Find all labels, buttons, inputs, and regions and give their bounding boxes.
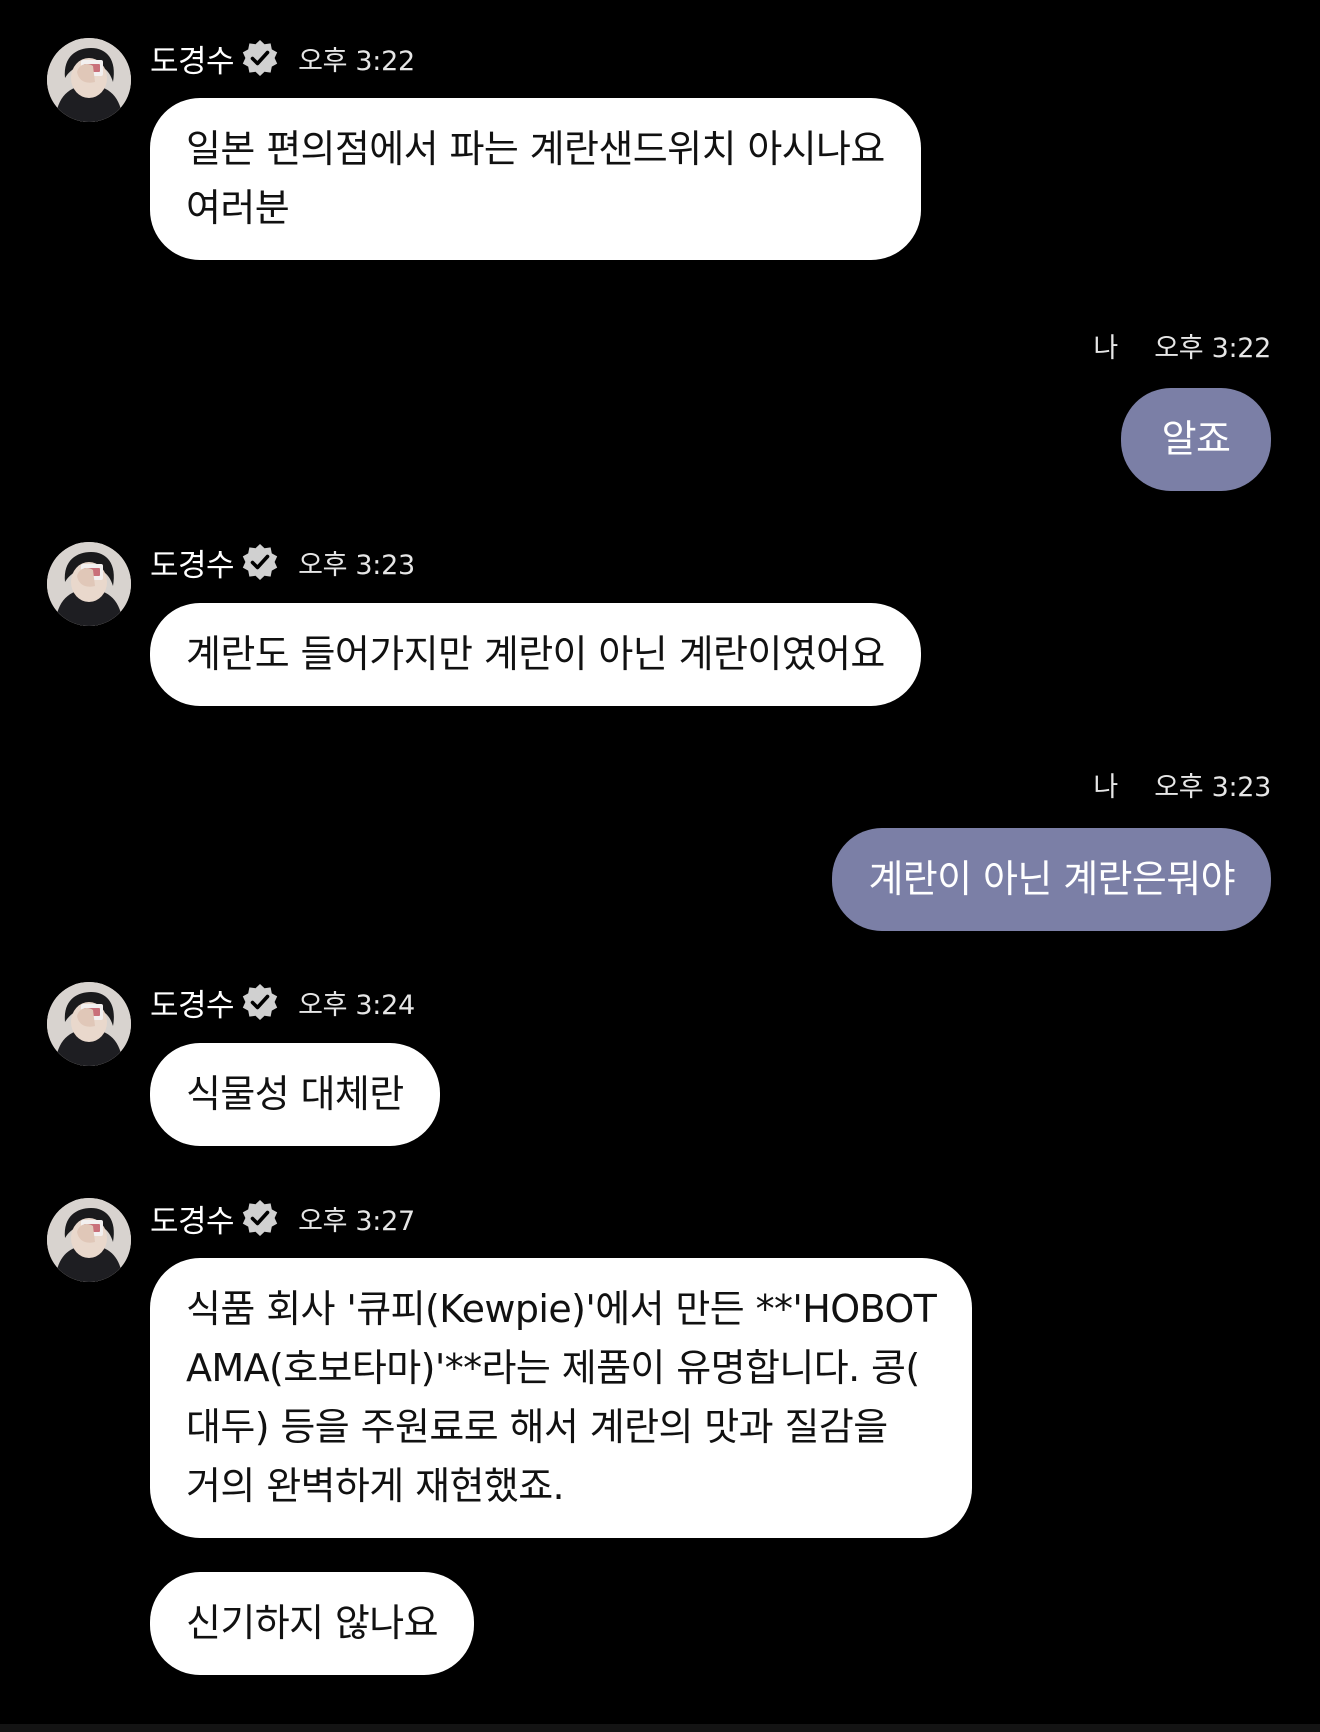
message-text-line: 계란이 아닌 계란은뭐야 bbox=[868, 857, 1235, 901]
message-text-line: 일본 편의점에서 파는 계란샌드위치 아시나요 bbox=[186, 127, 885, 171]
message-header: 도경수 오후 3:24 bbox=[150, 980, 415, 1025]
message-header: 나 오후 3:22 bbox=[1093, 325, 1271, 365]
message-text-line: 대두) 등을 주원료로 해서 계란의 맛과 질감을 bbox=[186, 1405, 888, 1449]
message-header: 도경수 오후 3:22 bbox=[150, 36, 415, 81]
message-bubble[interactable]: 식물성 대체란 bbox=[150, 1043, 440, 1146]
verified-badge-icon bbox=[240, 542, 280, 582]
avatar[interactable] bbox=[47, 982, 131, 1066]
message-text-line: 알죠 bbox=[1161, 417, 1231, 461]
bottom-divider bbox=[0, 1724, 1320, 1732]
message-text-line: 식품 회사 '큐피(Kewpie)'에서 만든 **'HOBOT bbox=[186, 1287, 937, 1331]
message-bubble[interactable]: 알죠 bbox=[1121, 388, 1271, 491]
chat-thread: 도경수 오후 3:22 일본 편의점에서 파는 계란샌드위치 아시나요 여러분 … bbox=[0, 0, 1320, 1732]
message-text-line: 여러분 bbox=[186, 186, 290, 230]
verified-badge-icon bbox=[240, 982, 280, 1022]
sender-name[interactable]: 도경수 bbox=[150, 36, 235, 81]
message-time: 오후 3:24 bbox=[298, 989, 415, 1021]
avatar[interactable] bbox=[47, 1198, 131, 1282]
message-text-line: 신기하지 않나요 bbox=[186, 1601, 439, 1645]
message-bubble[interactable]: 신기하지 않나요 bbox=[150, 1572, 474, 1675]
message-time: 오후 3:23 bbox=[298, 549, 415, 581]
message-header: 도경수 오후 3:23 bbox=[150, 540, 415, 585]
sender-name[interactable]: 도경수 bbox=[150, 1196, 235, 1241]
message-time: 오후 3:27 bbox=[298, 1205, 415, 1237]
message-time: 오후 3:22 bbox=[298, 45, 415, 77]
sender-name[interactable]: 도경수 bbox=[150, 540, 235, 585]
verified-badge-icon bbox=[240, 1198, 280, 1238]
message-time: 오후 3:22 bbox=[1154, 332, 1271, 364]
message-text-line: 거의 완벽하게 재현했죠. bbox=[186, 1464, 565, 1508]
message-header: 도경수 오후 3:27 bbox=[150, 1196, 415, 1241]
message-time: 오후 3:23 bbox=[1154, 771, 1271, 803]
me-label: 나 bbox=[1093, 771, 1119, 803]
avatar[interactable] bbox=[47, 542, 131, 626]
avatar[interactable] bbox=[47, 38, 131, 122]
message-text-line: AMA(호보타마)'**라는 제품이 유명합니다. 콩( bbox=[186, 1346, 920, 1390]
sender-name[interactable]: 도경수 bbox=[150, 980, 235, 1025]
message-text-line: 계란도 들어가지만 계란이 아닌 계란이였어요 bbox=[186, 632, 885, 676]
me-label: 나 bbox=[1093, 332, 1119, 364]
message-header: 나 오후 3:23 bbox=[1093, 764, 1271, 804]
verified-badge-icon bbox=[240, 38, 280, 78]
message-bubble[interactable]: 계란도 들어가지만 계란이 아닌 계란이였어요 bbox=[150, 603, 921, 706]
message-bubble[interactable]: 식품 회사 '큐피(Kewpie)'에서 만든 **'HOBOT AMA(호보타… bbox=[150, 1258, 973, 1538]
message-text-line: 식물성 대체란 bbox=[186, 1072, 404, 1116]
message-bubble[interactable]: 일본 편의점에서 파는 계란샌드위치 아시나요 여러분 bbox=[150, 98, 921, 260]
message-bubble[interactable]: 계란이 아닌 계란은뭐야 bbox=[832, 828, 1271, 931]
